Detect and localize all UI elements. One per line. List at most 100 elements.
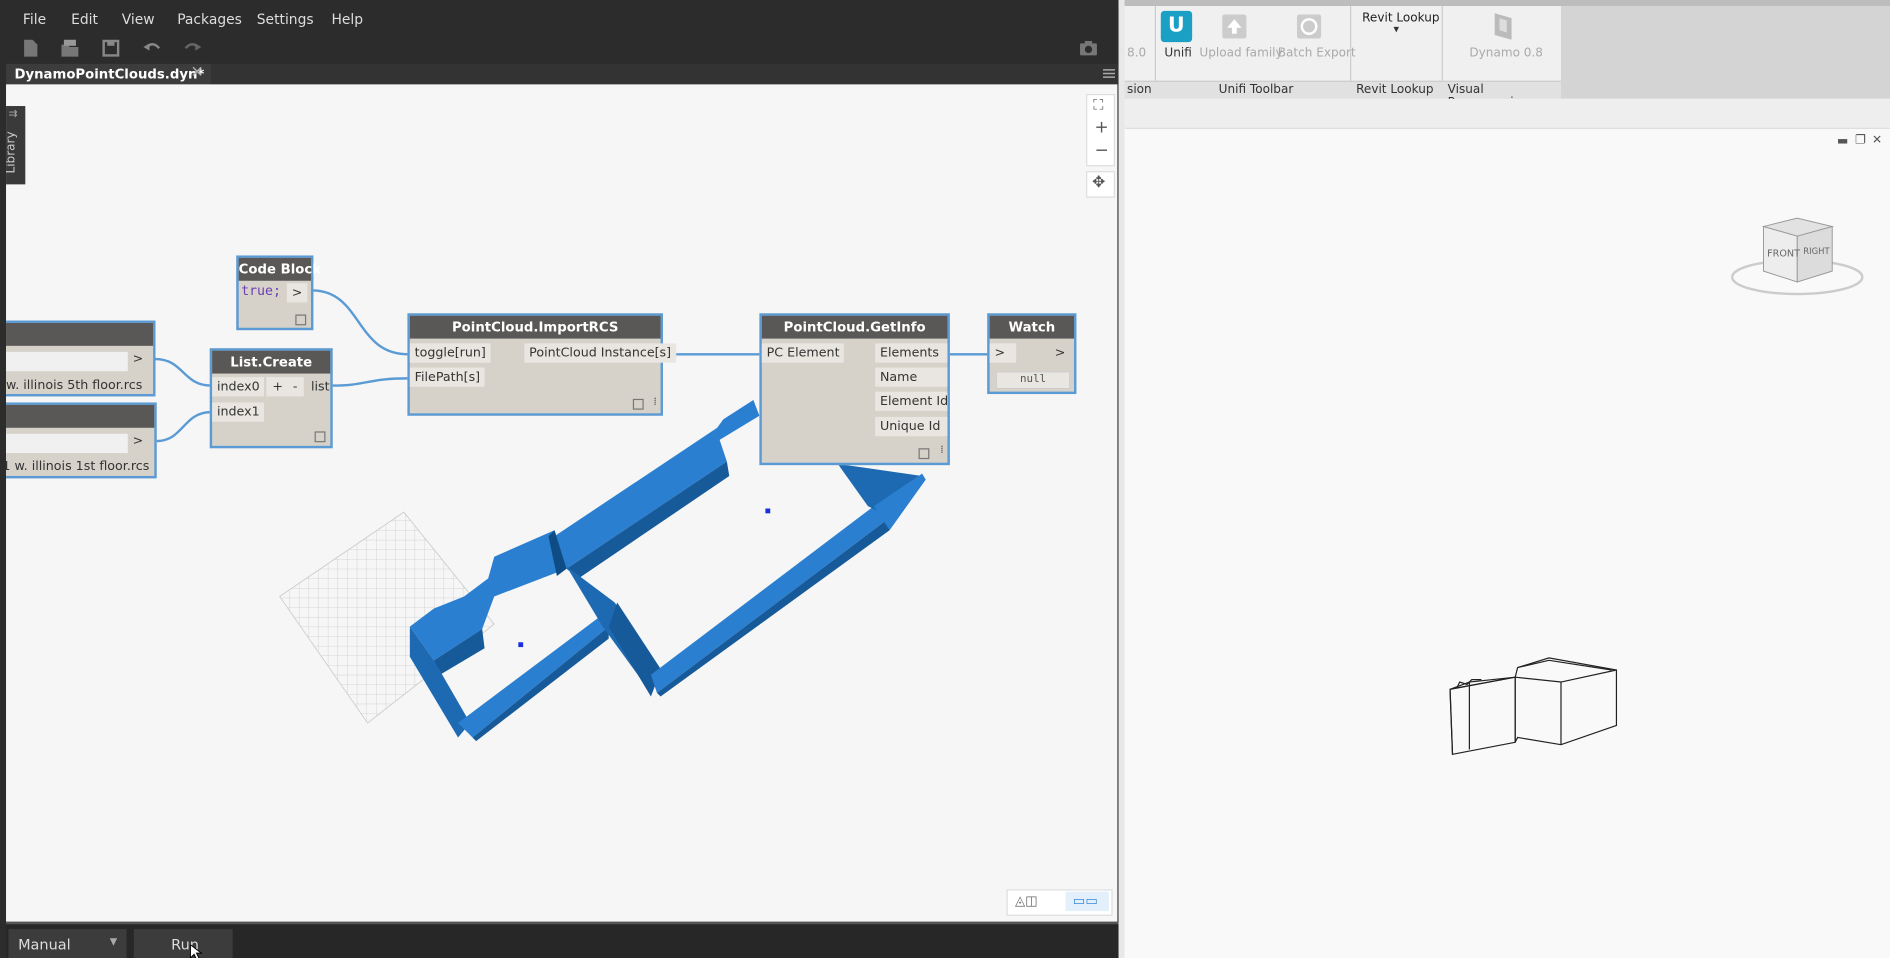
run-mode-dropdown[interactable]: Manual ▼ <box>8 929 127 958</box>
filepath-value-2: 1 w. illinois 1st floor.rcs <box>6 459 150 474</box>
preview-toggle[interactable] <box>314 431 326 443</box>
graph-nodes-icon: ▭▭ <box>1072 892 1098 909</box>
panel-label-unifi-toolbar: Unifi Toolbar <box>1218 83 1294 97</box>
view-cube-front: FRONT <box>1767 249 1800 260</box>
ribbon-panels: 8.0 U Unifi Upload family Batch Export R… <box>1124 6 1561 110</box>
dynamo-window: File Edit View Packages Settings Help Dy… <box>0 0 1119 958</box>
node-title: Watch <box>989 315 1075 339</box>
import-rcs-input-filepath[interactable]: FilePath[s] <box>409 367 485 387</box>
menu-file[interactable]: File <box>23 11 46 28</box>
upload-icon[interactable] <box>1219 11 1250 42</box>
view-tabs-bar <box>1124 98 1890 129</box>
menu-help[interactable]: Help <box>331 11 363 28</box>
import-rcs-node[interactable]: PointCloud.ImportRCS toggle[run] PointCl… <box>407 313 676 416</box>
add-input-button[interactable]: + <box>266 377 290 397</box>
view-cube-right: RIGHT <box>1803 246 1830 256</box>
tab-title: DynamoPointClouds.dyn* <box>14 66 205 82</box>
background-preview <box>155 289 989 742</box>
watch-output-port[interactable]: > <box>1050 343 1070 362</box>
filepath-output-port-1[interactable]: > <box>128 349 148 368</box>
tab-strip: DynamoPointClouds.dyn* ✕ <box>6 63 1119 85</box>
get-info-output-elements[interactable]: Elements <box>875 343 948 363</box>
batch-export-icon[interactable] <box>1293 11 1324 42</box>
filepath-node-2[interactable]: > 1 w. illinois 1st floor.rcs <box>6 402 157 479</box>
close-view-icon[interactable]: ✕ <box>1872 134 1882 147</box>
watch-node[interactable]: Watch > > null <box>987 313 1077 395</box>
view-toggle: ◬◫ ▭▭ <box>1006 889 1113 916</box>
filepath-node-1[interactable]: > w. illinois 5th floor.rcs <box>6 320 156 397</box>
revit-window: 8.0 U Unifi Upload family Batch Export R… <box>1124 0 1890 958</box>
geometry-view-icon[interactable]: ◬◫ <box>1015 893 1038 909</box>
filepath-input-2[interactable] <box>6 433 128 454</box>
upload-family-label[interactable]: Upload family <box>1199 47 1282 60</box>
get-info-output-name[interactable]: Name <box>875 367 948 387</box>
version-button-label[interactable]: 8.0 <box>1127 47 1146 60</box>
node-title: PointCloud.ImportRCS <box>409 315 661 339</box>
node-title: PointCloud.GetInfo <box>761 315 948 339</box>
panel-label-version: sion <box>1127 83 1152 97</box>
batch-export-label[interactable]: Batch Export <box>1278 47 1356 60</box>
node-header <box>6 322 154 346</box>
zoom-in-icon[interactable]: + <box>1095 118 1109 137</box>
pan-button[interactable]: ✥ <box>1086 171 1115 198</box>
watch-value: null <box>995 371 1071 390</box>
open-folder-icon[interactable] <box>59 37 81 59</box>
dynamo-icon[interactable] <box>1489 11 1518 42</box>
close-tab-icon[interactable]: ✕ <box>190 64 203 82</box>
list-create-output-list[interactable]: list <box>306 377 334 396</box>
list-create-input-index0[interactable]: index0 <box>212 377 265 397</box>
dynamo-button-label[interactable]: Dynamo 0.8 <box>1469 47 1543 60</box>
import-rcs-output[interactable]: PointCloud Instance[s] <box>524 343 676 363</box>
node-menu-icon[interactable]: ⁞ <box>653 396 656 408</box>
node-header <box>6 404 155 428</box>
revit-lookup-button[interactable]: Revit Lookup <box>1362 12 1439 25</box>
workspace-canvas[interactable]: ⇉ Library ⛶ + − ✥ > w. illinois 5th floo… <box>6 84 1118 922</box>
list-create-node[interactable]: List.Create index0 + - list index1 <box>209 348 334 449</box>
chevron-down-icon: ▼ <box>1393 25 1400 34</box>
code-text[interactable]: true; <box>241 283 281 299</box>
menu-settings[interactable]: Settings <box>257 11 314 28</box>
code-block-node[interactable]: Code Block true; > <box>236 255 321 331</box>
unifi-icon[interactable]: U <box>1160 10 1193 43</box>
watch-input-port[interactable]: > <box>989 343 1017 363</box>
workspace-tab[interactable]: DynamoPointClouds.dyn* ✕ <box>6 63 211 85</box>
zoom-controls: ⛶ + − <box>1086 93 1115 167</box>
menu-bar: File Edit View Packages Settings Help <box>6 6 1119 33</box>
get-info-input-pc-element[interactable]: PC Element <box>761 343 845 363</box>
filepath-output-port-2[interactable]: > <box>128 431 148 450</box>
ribbon: 8.0 U Unifi Upload family Batch Export R… <box>1124 0 1890 110</box>
view-cube[interactable]: FRONT RIGHT <box>1727 214 1872 306</box>
menu-packages[interactable]: Packages <box>177 11 242 28</box>
filepath-input-1[interactable] <box>6 351 128 372</box>
get-info-output-element-id[interactable]: Element Id <box>875 391 948 411</box>
new-file-icon[interactable] <box>19 37 41 59</box>
run-button[interactable]: Run <box>133 929 233 958</box>
camera-icon[interactable] <box>1078 37 1100 59</box>
get-info-node[interactable]: PointCloud.GetInfo PC Element Elements N… <box>759 313 950 466</box>
node-menu-icon[interactable]: ⁞ <box>940 445 943 457</box>
menu-edit[interactable]: Edit <box>71 11 98 28</box>
zoom-out-icon[interactable]: − <box>1095 141 1109 160</box>
node-title: List.Create <box>212 350 331 374</box>
redo-icon[interactable] <box>182 37 204 59</box>
preview-toggle[interactable] <box>295 314 307 326</box>
get-info-output-unique-id[interactable]: Unique Id <box>875 416 948 437</box>
save-icon[interactable] <box>100 37 122 59</box>
remove-input-button[interactable]: - <box>286 377 304 397</box>
code-block-output-port[interactable]: > <box>286 283 308 303</box>
panel-label-revit-lookup: Revit Lookup <box>1356 83 1434 97</box>
menu-view[interactable]: View <box>122 11 155 28</box>
pan-icon: ✥ <box>1092 173 1106 192</box>
menu-lines-icon[interactable] <box>1102 67 1115 79</box>
undo-icon[interactable] <box>141 37 163 59</box>
mouse-cursor-icon <box>189 944 203 958</box>
preview-toggle[interactable] <box>918 448 930 460</box>
import-rcs-input-toggle[interactable]: toggle[run] <box>409 343 491 363</box>
unifi-button-label[interactable]: Unifi <box>1164 47 1191 60</box>
preview-toggle[interactable] <box>632 398 644 410</box>
restore-view-icon[interactable]: ❐ <box>1855 134 1866 147</box>
list-create-input-index1[interactable]: index1 <box>212 402 265 422</box>
zoom-fit-icon[interactable]: ⛶ <box>1093 96 1103 114</box>
node-title: Code Block <box>238 257 321 281</box>
minimize-view-icon[interactable]: ▬ <box>1837 135 1848 148</box>
